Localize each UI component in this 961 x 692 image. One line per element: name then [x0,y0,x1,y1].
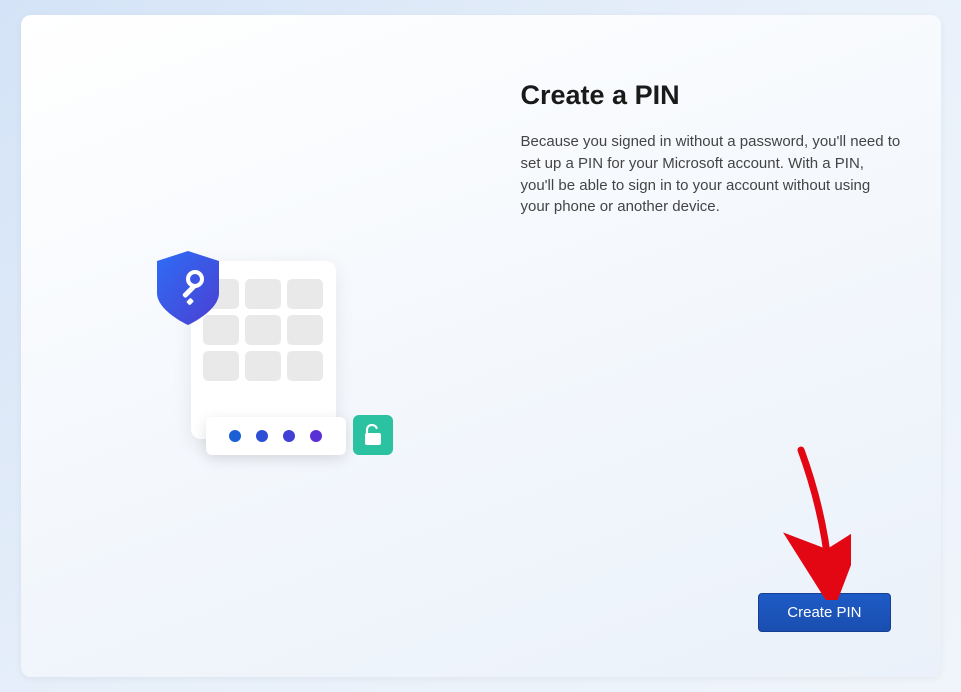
dialog-title: Create a PIN [521,80,901,111]
shield-key-icon [147,247,229,329]
keypad-key [245,351,281,381]
keypad-key [287,351,323,381]
pin-dot [310,430,322,442]
keypad-key [287,279,323,309]
pin-dot [283,430,295,442]
keypad-key [287,315,323,345]
keypad-key [245,315,281,345]
dialog-description: Because you signed in without a password… [521,131,901,218]
unlock-icon [353,415,393,455]
pin-illustration [141,261,401,481]
pin-setup-dialog: Create a PIN Because you signed in witho… [21,15,941,677]
pin-dots-row [206,417,346,455]
keypad-key [245,279,281,309]
content-pane: Create a PIN Because you signed in witho… [521,15,941,677]
create-pin-button[interactable]: Create PIN [758,593,890,632]
illustration-pane [21,15,521,677]
pin-dot [229,430,241,442]
pin-dot [256,430,268,442]
keypad-key [203,351,239,381]
